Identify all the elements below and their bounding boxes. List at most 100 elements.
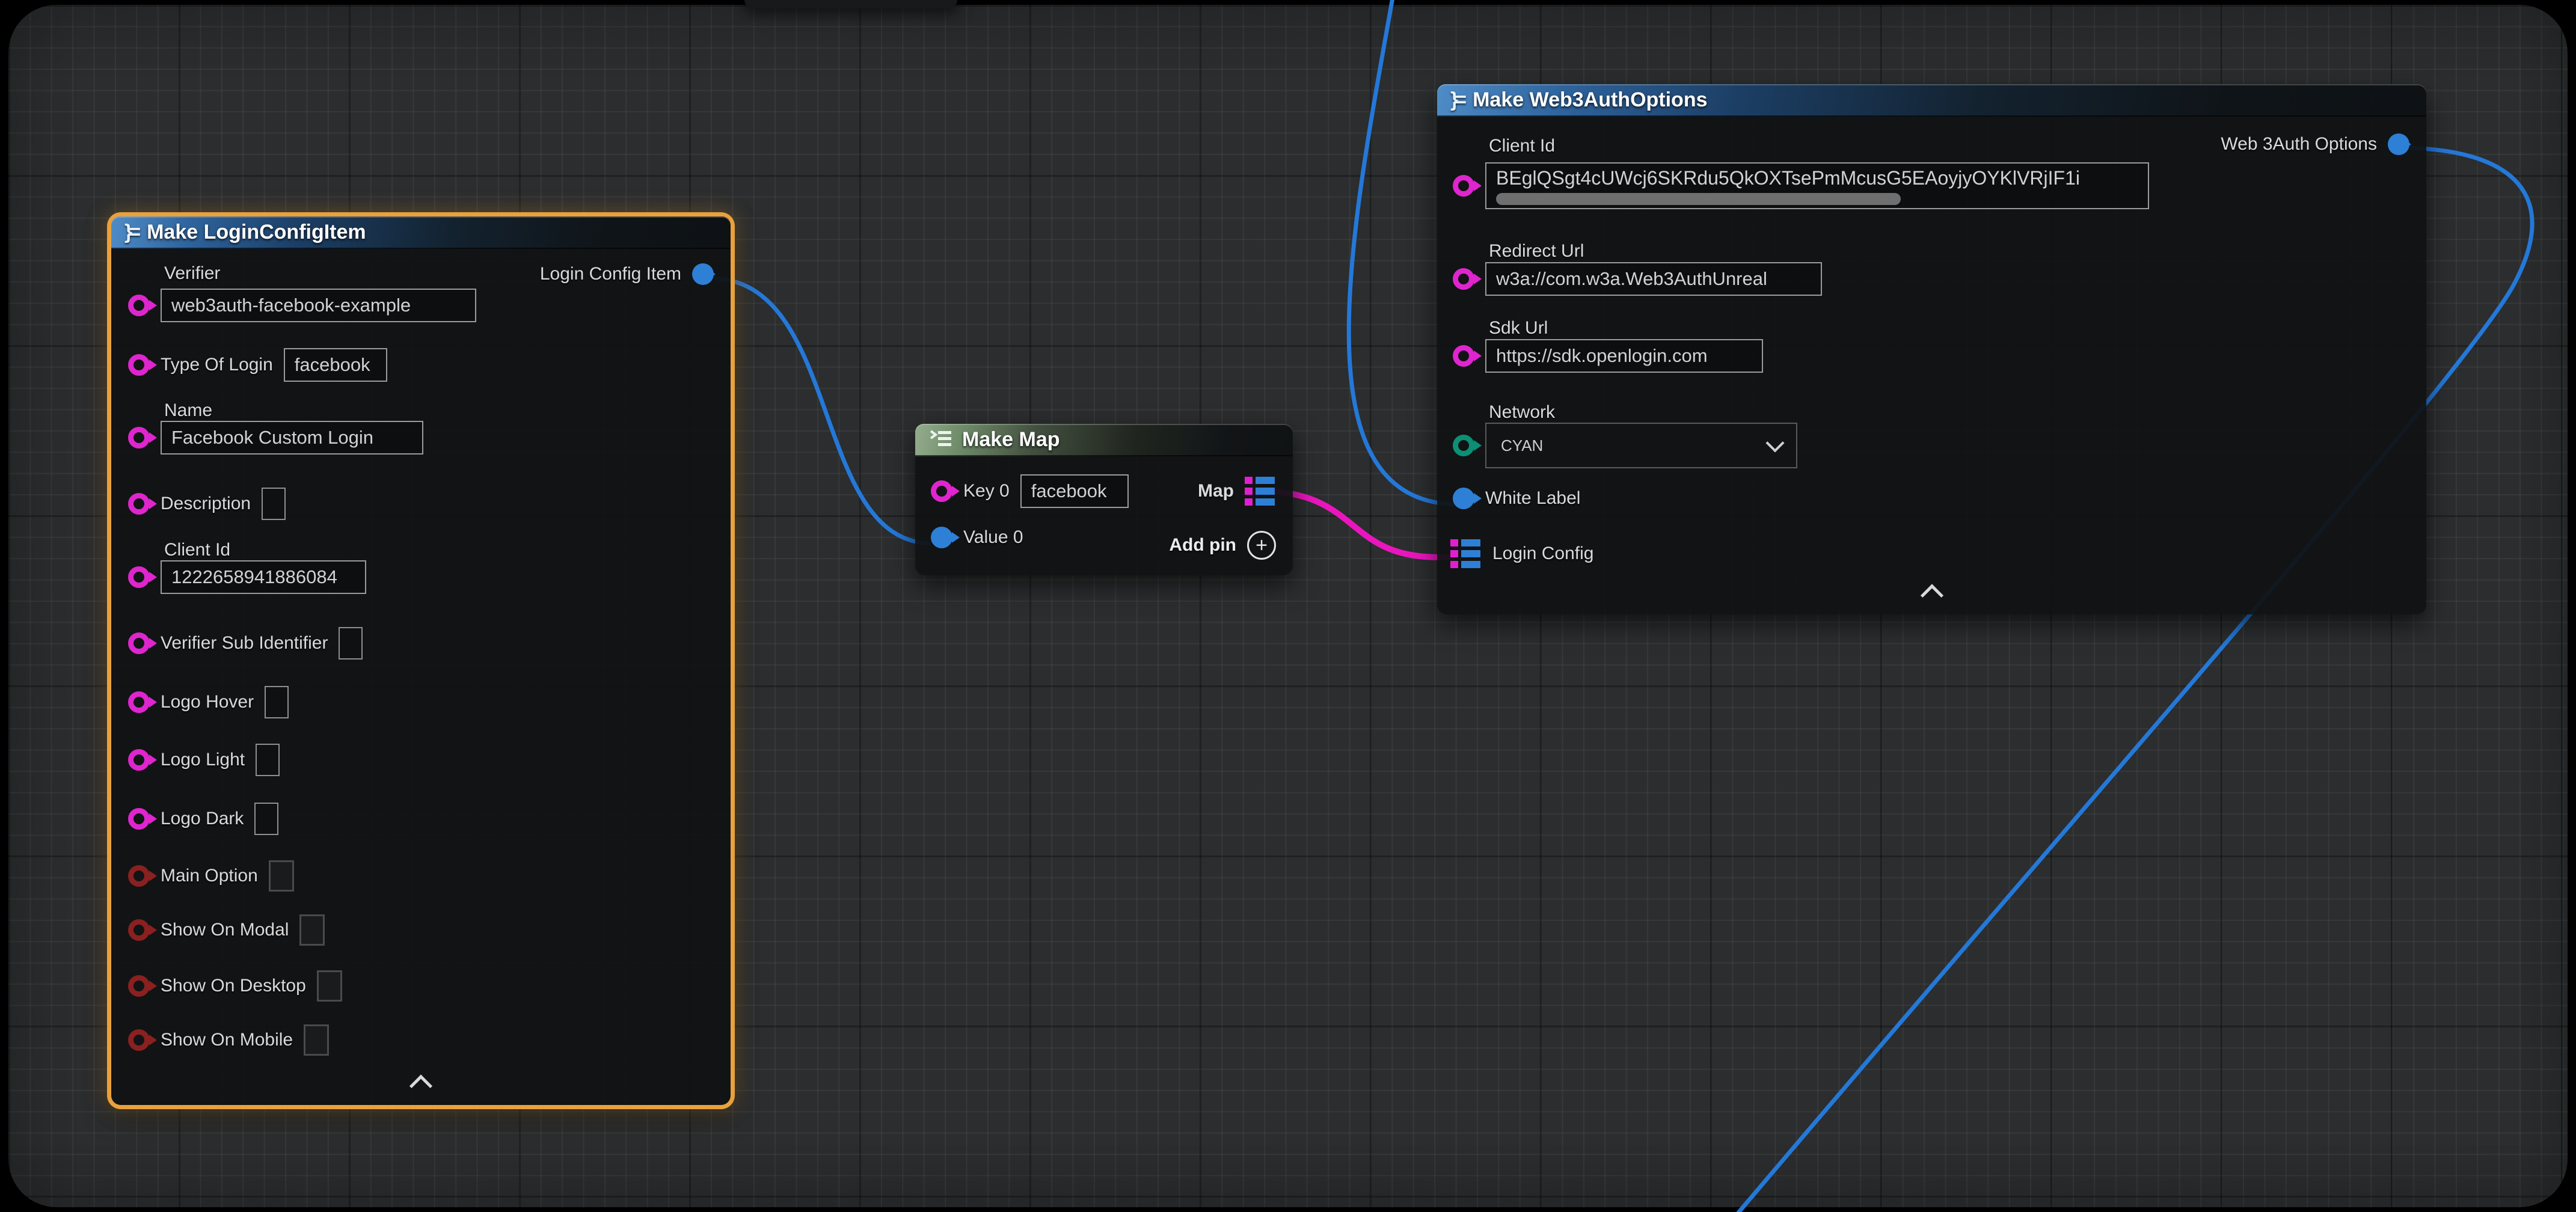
show-on-modal-label: Show On Modal	[161, 920, 289, 940]
pin-verifier[interactable]	[128, 295, 150, 316]
main-option-label: Main Option	[161, 866, 258, 886]
white-label-row: White Label	[1453, 488, 1580, 509]
output-pin-label: Login Config Item	[540, 264, 681, 284]
redirect-url-row: w3a://com.w3a.Web3AuthUnreal	[1453, 262, 1822, 296]
collapse-node-chevron-icon[interactable]	[409, 1074, 432, 1097]
logo-light-row: Logo Light	[128, 744, 280, 776]
wire-loginconfigitem-to-value0[interactable]	[714, 278, 931, 543]
verifier-sub-identifier-input[interactable]	[339, 627, 363, 660]
node-make-loginconfigitem[interactable]: }= Make LoginConfigItem Login Config Ite…	[111, 216, 731, 1105]
sdk-url-label: Sdk Url	[1489, 318, 1548, 338]
pin-network[interactable]	[1453, 435, 1474, 456]
add-pin-icon: +	[1247, 531, 1276, 560]
description-label: Description	[161, 494, 251, 514]
client-id-value: BEglQSgt4cUWcj6SKRdu5QkOXTsePmMcusG5EAoy…	[1496, 167, 2080, 189]
client-id-input[interactable]: 1222658941886084	[161, 560, 366, 594]
pin-main-option[interactable]	[128, 865, 150, 887]
login-config-label: Login Config	[1492, 543, 1593, 564]
pin-show-on-desktop[interactable]	[128, 975, 150, 997]
show-on-modal-row: Show On Modal	[128, 914, 325, 946]
make-struct-icon: }=	[1450, 88, 1463, 112]
show-on-mobile-row: Show On Mobile	[128, 1024, 329, 1056]
logo-hover-row: Logo Hover	[128, 686, 289, 718]
main-option-checkbox[interactable]	[269, 860, 294, 892]
make-struct-icon: }=	[124, 221, 137, 244]
pin-description[interactable]	[128, 493, 150, 515]
logo-light-label: Logo Light	[161, 750, 245, 770]
client-id-input[interactable]: BEglQSgt4cUWcj6SKRdu5QkOXTsePmMcusG5EAoy…	[1485, 162, 2149, 209]
show-on-mobile-label: Show On Mobile	[161, 1030, 293, 1050]
sdk-url-row: https://sdk.openlogin.com	[1453, 339, 1763, 373]
show-on-desktop-checkbox[interactable]	[317, 970, 342, 1002]
white-label-label: White Label	[1485, 488, 1580, 509]
add-pin-label: Add pin	[1169, 535, 1236, 556]
logo-light-input[interactable]	[256, 744, 280, 776]
name-input[interactable]: Facebook Custom Login	[161, 421, 423, 454]
pin-logo-hover[interactable]	[128, 691, 150, 713]
pin-show-on-mobile[interactable]	[128, 1029, 150, 1051]
pin-verifier-sub-identifier[interactable]	[128, 632, 150, 654]
pin-redirect-url[interactable]	[1453, 268, 1474, 290]
pin-key0[interactable]	[931, 480, 952, 502]
pin-sdk-url[interactable]	[1453, 345, 1474, 367]
make-map-icon	[928, 429, 952, 450]
web3auth-options-output: Web 3Auth Options	[2221, 133, 2409, 155]
logo-dark-label: Logo Dark	[161, 809, 244, 829]
type-of-login-input[interactable]: facebook	[284, 348, 387, 382]
pin-value0[interactable]	[931, 527, 952, 548]
pin-client-id[interactable]	[128, 566, 150, 588]
network-label: Network	[1489, 402, 1555, 423]
node-header[interactable]: Make Map	[915, 424, 1293, 456]
pin-client-id[interactable]	[1453, 175, 1474, 197]
key0-input[interactable]: facebook	[1020, 474, 1129, 508]
map-pin-icon[interactable]	[1245, 477, 1276, 506]
offscreen-node-partial[interactable]	[744, 0, 957, 8]
network-dropdown[interactable]: CYAN	[1485, 423, 1797, 468]
pin-show-on-modal[interactable]	[128, 919, 150, 941]
node-header[interactable]: }= Make Web3AuthOptions	[1437, 84, 2426, 117]
node-title: Make Web3AuthOptions	[1473, 88, 1707, 112]
output-pin-web3auth-options[interactable]	[2388, 133, 2409, 155]
verifier-input[interactable]: web3auth-facebook-example	[161, 289, 476, 322]
logo-hover-input[interactable]	[265, 686, 289, 718]
show-on-mobile-checkbox[interactable]	[304, 1024, 329, 1056]
node-make-map[interactable]: Make Map Key 0 facebook Map Value 0 Add …	[915, 424, 1293, 575]
pin-white-label[interactable]	[1453, 488, 1474, 509]
verifier-row: web3auth-facebook-example	[128, 289, 476, 322]
network-value: CYAN	[1501, 436, 1543, 455]
sdk-url-input[interactable]: https://sdk.openlogin.com	[1485, 339, 1763, 373]
login-config-map-pin-icon[interactable]	[1450, 539, 1482, 568]
output-pin-login-config-item[interactable]	[692, 263, 714, 285]
node-header[interactable]: }= Make LoginConfigItem	[111, 216, 731, 249]
key0-label: Key 0	[963, 481, 1010, 501]
pin-type-of-login[interactable]	[128, 354, 150, 376]
key0-value: facebook	[1031, 480, 1107, 502]
sdk-url-value: https://sdk.openlogin.com	[1496, 345, 1708, 367]
add-pin-button[interactable]: Add pin +	[1169, 531, 1276, 560]
web3auth-options-output-label: Web 3Auth Options	[2221, 134, 2377, 155]
pin-logo-light[interactable]	[128, 749, 150, 771]
description-input[interactable]	[262, 488, 286, 520]
logo-dark-input[interactable]	[254, 803, 278, 835]
redirect-url-input[interactable]: w3a://com.w3a.Web3AuthUnreal	[1485, 262, 1822, 296]
collapse-node-chevron-icon[interactable]	[1920, 584, 1943, 607]
pin-name[interactable]	[128, 427, 150, 448]
client-id-label: Client Id	[164, 540, 230, 560]
client-id-row: 1222658941886084	[128, 560, 366, 594]
redirect-url-value: w3a://com.w3a.Web3AuthUnreal	[1496, 268, 1767, 290]
client-id-scrollbar[interactable]	[1496, 193, 1901, 205]
verifier-label: Verifier	[164, 263, 220, 284]
login-config-row: Login Config	[1450, 539, 1593, 568]
show-on-desktop-label: Show On Desktop	[161, 976, 306, 996]
output-login-config-item: Login Config Item	[540, 263, 714, 285]
pin-logo-dark[interactable]	[128, 808, 150, 830]
node-title: Make Map	[962, 428, 1060, 451]
verifier-value: web3auth-facebook-example	[171, 295, 411, 316]
node-make-web3authoptions[interactable]: }= Make Web3AuthOptions Web 3Auth Option…	[1437, 84, 2426, 614]
name-value: Facebook Custom Login	[171, 427, 373, 448]
name-row: Facebook Custom Login	[128, 421, 423, 454]
description-row: Description	[128, 488, 286, 520]
chevron-down-icon	[1765, 433, 1784, 452]
value0-label: Value 0	[963, 527, 1023, 548]
show-on-modal-checkbox[interactable]	[299, 914, 325, 946]
